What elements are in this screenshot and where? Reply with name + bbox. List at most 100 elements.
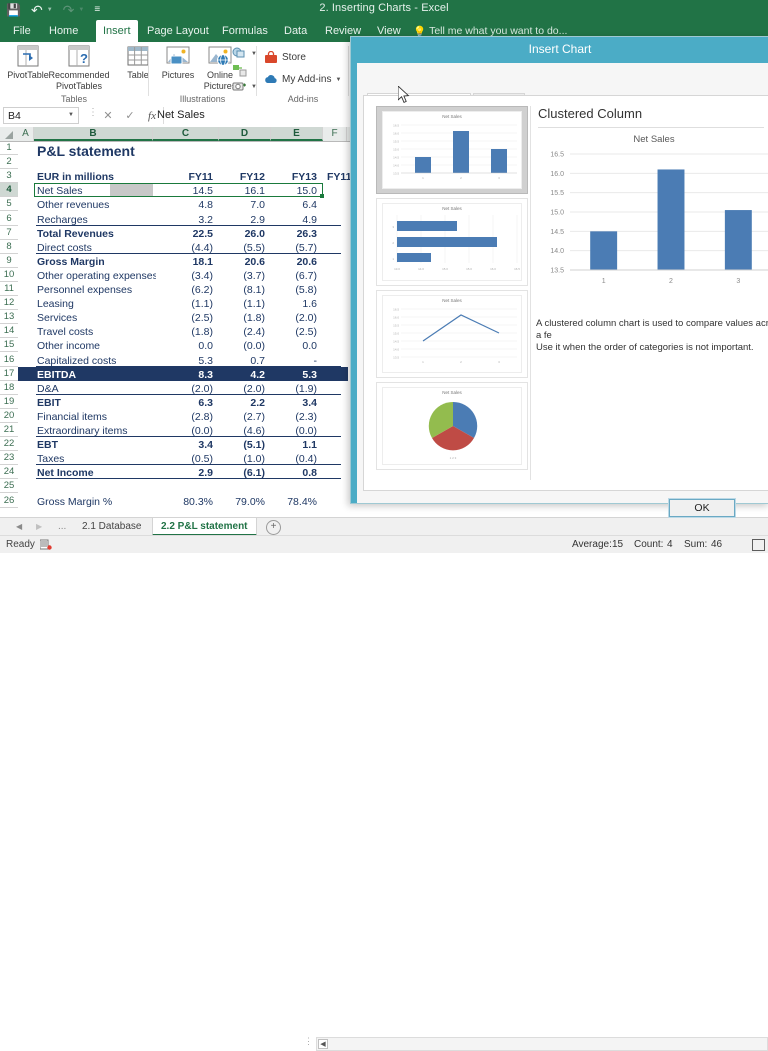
- cell-E5[interactable]: 6.4: [271, 198, 317, 212]
- recommended-charts-list[interactable]: Net Sales 16.516.015.5 15.014.514.0: [376, 106, 528, 480]
- cell-D14[interactable]: (2.4): [219, 325, 265, 339]
- smartart-button[interactable]: [232, 64, 247, 77]
- row-header-8[interactable]: 8: [0, 240, 18, 254]
- screenshot-button[interactable]: ▼: [232, 80, 257, 93]
- row-header-20[interactable]: 20: [0, 409, 18, 423]
- sheet-overflow[interactable]: ...: [50, 518, 74, 536]
- normal-view-icon[interactable]: [752, 539, 765, 551]
- cell-E17[interactable]: 5.3: [271, 368, 317, 382]
- row-header-11[interactable]: 11: [0, 282, 18, 297]
- my-addins-button[interactable]: My Add-ins ▼: [264, 73, 341, 86]
- cell-D15[interactable]: (0.0): [219, 339, 265, 353]
- tab-data[interactable]: Data: [277, 20, 314, 42]
- cell-B13[interactable]: Services: [37, 311, 156, 325]
- tab-page-layout[interactable]: Page Layout: [140, 20, 216, 42]
- cell-B5[interactable]: Other revenues: [37, 198, 156, 212]
- row-header-25[interactable]: 25: [0, 479, 18, 494]
- row-header-19[interactable]: 19: [0, 395, 18, 409]
- cell-C26[interactable]: 80.3%: [153, 495, 213, 509]
- cell-D17[interactable]: 4.2: [219, 368, 265, 382]
- cell-B11[interactable]: Personnel expenses: [37, 283, 156, 297]
- cell-B3[interactable]: EUR in millions: [37, 170, 156, 184]
- cell-B12[interactable]: Leasing: [37, 297, 156, 311]
- column-header-a[interactable]: A: [18, 127, 34, 141]
- shapes-button[interactable]: ▼: [232, 47, 257, 60]
- chart-thumbnail-clustered-column[interactable]: Net Sales 16.516.015.5 15.014.514.0: [376, 106, 528, 194]
- recommended-pivot-tables-button[interactable]: ? Recommended PivotTables: [47, 45, 111, 91]
- cell-B26[interactable]: Gross Margin %: [37, 495, 156, 509]
- ok-button[interactable]: OK: [668, 498, 736, 518]
- cell-E12[interactable]: 1.6: [271, 297, 317, 311]
- my-addins-dropdown-icon[interactable]: ▼: [335, 77, 341, 83]
- cell-B4[interactable]: Net Sales: [37, 184, 156, 198]
- row-header-23[interactable]: 23: [0, 451, 18, 466]
- add-sheet-button[interactable]: +: [266, 520, 281, 535]
- cell-D19[interactable]: 2.2: [219, 396, 265, 410]
- cell-C12[interactable]: (1.1): [153, 297, 213, 311]
- column-header-c[interactable]: C: [153, 127, 219, 141]
- cell-C10[interactable]: (3.4): [153, 269, 213, 283]
- row-header-16[interactable]: 16: [0, 353, 18, 367]
- cell-D3[interactable]: FY12: [219, 170, 265, 184]
- cell-D22[interactable]: (5.1): [219, 438, 265, 452]
- chart-thumbnail-clustered-bar[interactable]: Net Sales 321 13.0 14.0 15.0 15.0 16.0 1…: [376, 198, 528, 286]
- cell-C22[interactable]: 3.4: [153, 438, 213, 452]
- column-header-f[interactable]: F: [323, 127, 347, 141]
- row-header-2[interactable]: 2: [0, 155, 18, 170]
- row-header-22[interactable]: 22: [0, 437, 18, 452]
- row-header-24[interactable]: 24: [0, 465, 18, 480]
- column-header-b[interactable]: B: [34, 127, 153, 141]
- cell-B22[interactable]: EBT: [37, 438, 156, 452]
- cell-E10[interactable]: (6.7): [271, 269, 317, 283]
- prev-sheet-arrow[interactable]: ◀: [16, 522, 22, 531]
- cell-C4[interactable]: 14.5: [153, 184, 213, 198]
- fill-handle[interactable]: [320, 194, 324, 199]
- cell-C19[interactable]: 6.3: [153, 396, 213, 410]
- cell-D13[interactable]: (1.8): [219, 311, 265, 325]
- cell-E20[interactable]: (2.3): [271, 410, 317, 424]
- cell-C14[interactable]: (1.8): [153, 325, 213, 339]
- cell-E14[interactable]: (2.5): [271, 325, 317, 339]
- record-macro-icon[interactable]: [40, 539, 52, 550]
- cell-E11[interactable]: (5.8): [271, 283, 317, 297]
- cell-D10[interactable]: (3.7): [219, 269, 265, 283]
- row-header-4[interactable]: 4: [0, 183, 18, 198]
- cell-E7[interactable]: 26.3: [271, 227, 317, 241]
- cell-C11[interactable]: (6.2): [153, 283, 213, 297]
- cell-D12[interactable]: (1.1): [219, 297, 265, 311]
- cell-C20[interactable]: (2.8): [153, 410, 213, 424]
- sheet-tab-pl-statement[interactable]: 2.2 P&L statement: [152, 518, 257, 536]
- row-header-3[interactable]: 3: [0, 169, 18, 184]
- cell-B17[interactable]: EBITDA: [37, 368, 156, 382]
- row-header-6[interactable]: 6: [0, 212, 18, 226]
- cell-D4[interactable]: 16.1: [219, 184, 265, 198]
- cell-C5[interactable]: 4.8: [153, 198, 213, 212]
- cell-E3[interactable]: FY13: [271, 170, 317, 184]
- cell-C3[interactable]: FY11: [153, 170, 213, 184]
- cell-D11[interactable]: (8.1): [219, 283, 265, 297]
- row-header-21[interactable]: 21: [0, 423, 18, 438]
- cell-E13[interactable]: (2.0): [271, 311, 317, 325]
- row-header-17[interactable]: 17: [0, 367, 18, 381]
- sheet-title-cell[interactable]: P&L statement: [37, 143, 135, 159]
- tab-formulas[interactable]: Formulas: [215, 20, 275, 42]
- cell-C15[interactable]: 0.0: [153, 339, 213, 353]
- cell-B14[interactable]: Travel costs: [37, 325, 156, 339]
- scroll-splitter[interactable]: ⋮: [304, 1037, 313, 1046]
- row-header-13[interactable]: 13: [0, 310, 18, 325]
- column-header-d[interactable]: D: [219, 127, 271, 141]
- row-header-18[interactable]: 18: [0, 381, 18, 395]
- cell-B9[interactable]: Gross Margin: [37, 255, 156, 269]
- next-sheet-arrow[interactable]: ▶: [36, 522, 42, 531]
- cell-E22[interactable]: 1.1: [271, 438, 317, 452]
- cell-E4[interactable]: 15.0: [271, 184, 317, 198]
- row-header-14[interactable]: 14: [0, 324, 18, 339]
- row-header-1[interactable]: 1: [0, 141, 18, 156]
- cell-B15[interactable]: Other income: [37, 339, 156, 353]
- cell-B19[interactable]: EBIT: [37, 396, 156, 410]
- row-header-9[interactable]: 9: [0, 254, 18, 268]
- scroll-left-arrow[interactable]: ◀: [318, 1039, 328, 1049]
- cell-D26[interactable]: 79.0%: [219, 495, 265, 509]
- cell-B7[interactable]: Total Revenues: [37, 227, 156, 241]
- row-header-15[interactable]: 15: [0, 338, 18, 353]
